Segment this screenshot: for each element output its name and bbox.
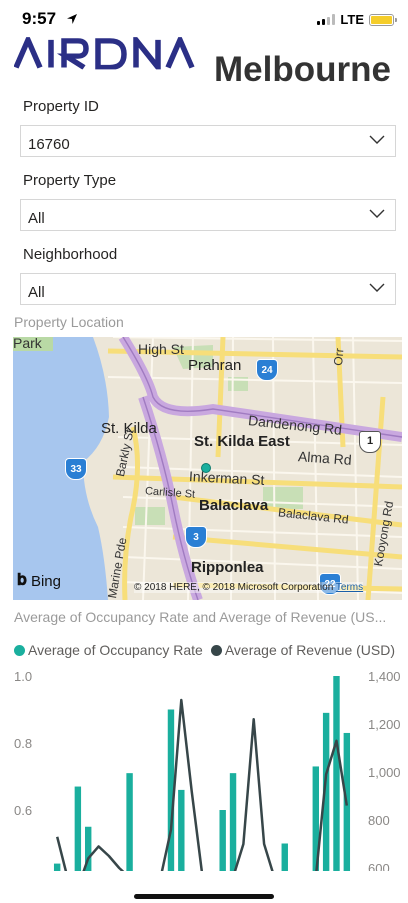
signal-icon	[317, 14, 336, 25]
chevron-down-icon	[369, 135, 385, 144]
neighborhood-value: All	[28, 284, 45, 301]
y-right-tick-label: 1,000	[368, 765, 401, 780]
airdna-logo-icon	[13, 32, 195, 76]
property-id-value: 16760	[28, 136, 70, 153]
route-shield-1: 1	[359, 431, 381, 453]
chart-plot: 1.00.80.61,4001,2001,000800600	[0, 669, 408, 874]
y-right-tick-label: 800	[368, 813, 390, 828]
property-type-label: Property Type	[23, 172, 117, 189]
occupancy-bar	[281, 843, 288, 874]
location-arrow-icon	[66, 12, 78, 30]
airdna-logo	[13, 32, 202, 78]
legend-swatch	[14, 644, 25, 656]
neighborhood-select[interactable]: All	[20, 273, 396, 305]
occupancy-bar	[126, 773, 133, 874]
occupancy-bar	[229, 773, 237, 874]
battery-icon	[369, 13, 397, 26]
network-type: LTE	[340, 12, 364, 27]
occupancy-bar	[219, 810, 226, 874]
chevron-down-icon	[369, 209, 385, 218]
legend-label: Average of Occupancy Rate	[28, 642, 203, 658]
legend-item-revenue[interactable]: Average of Revenue (USD)	[210, 642, 396, 658]
route-shield-24: 24	[256, 359, 278, 381]
y-right-tick-label: 1,200	[368, 717, 401, 732]
y-left-tick-label: 0.8	[14, 736, 32, 751]
chevron-down-icon	[369, 283, 385, 292]
map-label-park: Park	[13, 337, 42, 351]
map-label-balaclava: Balaclava	[199, 497, 269, 514]
status-time: 9:57	[22, 9, 57, 28]
occupancy-bar	[74, 786, 82, 874]
combo-chart[interactable]: 1.0 0.8 0.6 1,400 1,200 1,000 800 600	[0, 668, 408, 874]
y-left-tick-label: 1.0	[14, 669, 32, 684]
legend-item-occupancy[interactable]: Average of Occupancy Rate	[14, 642, 203, 658]
map-label-orrong: Orr	[331, 347, 347, 367]
map-label-prahran: Prahran	[188, 357, 242, 374]
occupancy-bar	[178, 789, 185, 874]
revenue-line	[55, 698, 349, 874]
y-left-tick-label: 0.6	[14, 803, 32, 818]
status-bar: 9:57 LTE	[0, 0, 408, 40]
route-shield-3: 3	[185, 526, 207, 548]
status-right: LTE	[317, 12, 397, 27]
home-indicator[interactable]	[134, 894, 274, 899]
city-title: Melbourne	[214, 50, 391, 89]
legend-label: Average of Revenue (USD)	[224, 642, 396, 658]
chart-legend: Average of Occupancy Rate Average of Rev…	[14, 642, 403, 658]
terms-link[interactable]: Terms	[336, 582, 363, 593]
bing-label: Bing	[30, 572, 61, 590]
property-id-label: Property ID	[23, 98, 99, 115]
property-map[interactable]: Park High St Prahran St. Kilda St. Kilda…	[13, 337, 402, 600]
route-shield-33: 33	[65, 458, 87, 480]
neighborhood-label: Neighborhood	[23, 246, 118, 263]
y-right-tick-label: 1,400	[368, 669, 401, 684]
map-copyright: © 2018 HERE, © 2018 Microsoft Corporatio…	[134, 582, 364, 593]
legend-swatch	[210, 644, 222, 656]
bing-brand: 𝐛 Bing	[17, 572, 61, 590]
map-label-st-kilda-east: St. Kilda East	[194, 433, 290, 450]
map-section-title: Property Location	[14, 314, 124, 330]
chart-clip-edge	[0, 871, 408, 874]
property-type-select[interactable]: All	[20, 199, 396, 231]
chart-section-title: Average of Occupancy Rate and Average of…	[14, 609, 387, 625]
bing-logo-icon: 𝐛	[17, 572, 27, 589]
property-id-select[interactable]: 16760	[20, 125, 396, 157]
property-type-value: All	[28, 210, 45, 227]
occupancy-bar	[333, 676, 340, 874]
map-label-ripponlea: Ripponlea	[191, 559, 264, 576]
copyright-text: © 2018 HERE, © 2018 Microsoft Corporatio…	[134, 582, 334, 593]
map-label-high-st: High St	[138, 341, 184, 357]
